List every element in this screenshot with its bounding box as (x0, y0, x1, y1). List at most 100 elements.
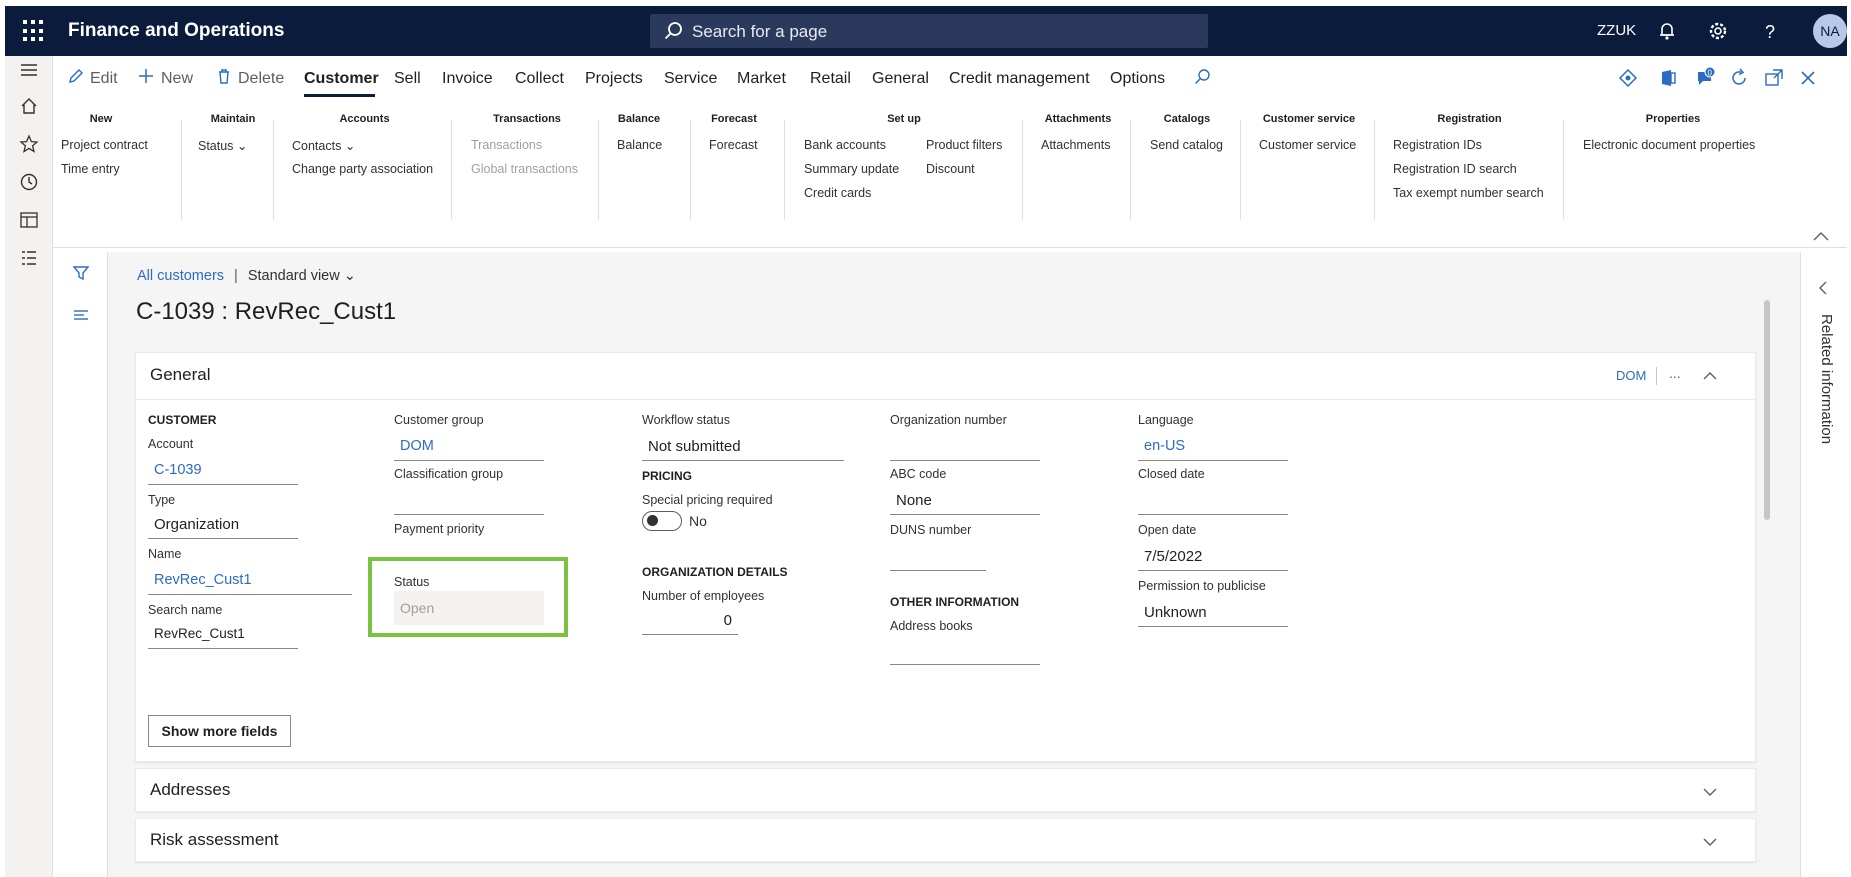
scrollbar-thumb[interactable] (1764, 300, 1770, 520)
open-date-field[interactable]: 7/5/2022 (1138, 543, 1288, 571)
open-new-window-icon[interactable] (1763, 67, 1785, 89)
bell-icon[interactable] (1654, 18, 1680, 44)
bank-accounts-button[interactable]: Bank accounts (804, 138, 886, 152)
closed-date-field[interactable] (1138, 487, 1288, 515)
discount-button[interactable]: Discount (926, 162, 975, 176)
tab-customer[interactable]: Customer (304, 70, 379, 88)
tab-service[interactable]: Service (664, 70, 717, 88)
new-button[interactable]: New (161, 70, 193, 88)
abc-code-field[interactable]: None (890, 487, 1040, 515)
delete-button[interactable]: Delete (238, 70, 284, 88)
tab-options[interactable]: Options (1110, 70, 1165, 88)
app-title[interactable]: Finance and Operations (68, 20, 284, 42)
hamburger-menu-icon[interactable] (19, 60, 39, 80)
refresh-icon[interactable] (1728, 67, 1750, 89)
app-launcher-icon[interactable] (23, 20, 45, 42)
help-icon[interactable]: ? (1757, 18, 1783, 44)
address-books-field[interactable] (890, 637, 1040, 665)
customer-group-field[interactable]: DOM (394, 433, 544, 461)
vertical-scrollbar[interactable] (1764, 300, 1770, 870)
duns-number-field[interactable] (890, 543, 986, 571)
chevron-down-icon[interactable] (1702, 837, 1718, 847)
close-icon[interactable] (1797, 67, 1819, 89)
tab-projects[interactable]: Projects (585, 70, 643, 88)
customer-service-button[interactable]: Customer service (1259, 138, 1356, 152)
employees-field[interactable]: 0 (642, 607, 738, 635)
power-apps-icon[interactable] (1617, 67, 1639, 89)
summary-update-button[interactable]: Summary update (804, 162, 899, 176)
attachments-button[interactable]: Attachments (1041, 138, 1110, 152)
filter-icon[interactable] (72, 264, 90, 282)
view-selector[interactable]: Standard view ⌄ (248, 268, 356, 284)
permission-to-publicise-field[interactable]: Unknown (1138, 599, 1288, 627)
tab-invoice[interactable]: Invoice (442, 70, 493, 88)
ribbon-divider (784, 120, 785, 220)
risk-assessment-fasttab[interactable]: Risk assessment (135, 818, 1756, 862)
tab-market[interactable]: Market (737, 70, 786, 88)
account-field[interactable]: C-1039 (148, 457, 298, 485)
special-pricing-value: No (689, 513, 707, 529)
search-name-field[interactable]: RevRec_Cust1 (148, 621, 298, 649)
type-field[interactable]: Organization (148, 511, 298, 539)
registration-id-search-button[interactable]: Registration ID search (1393, 162, 1517, 176)
change-party-association-button[interactable]: Change party association (292, 162, 433, 176)
chevron-down-icon: ⌄ (344, 139, 356, 153)
show-more-fields-button[interactable]: Show more fields (148, 715, 291, 747)
tab-general[interactable]: General (872, 70, 929, 88)
language-field[interactable]: en-US (1138, 433, 1288, 461)
chevron-down-icon[interactable] (1702, 787, 1718, 797)
tab-sell[interactable]: Sell (394, 70, 421, 88)
global-transactions-button[interactable]: Global transactions (471, 162, 578, 176)
chevron-left-icon[interactable] (1817, 280, 1829, 296)
classification-group-field[interactable] (394, 487, 544, 515)
gear-icon[interactable] (1705, 18, 1731, 44)
workspaces-icon[interactable] (19, 210, 39, 230)
credit-cards-button[interactable]: Credit cards (804, 186, 871, 200)
edit-button[interactable]: Edit (90, 70, 118, 88)
organization-number-field[interactable] (890, 433, 1040, 461)
tab-retail[interactable]: Retail (810, 70, 851, 88)
related-information-pane[interactable]: Related information (1800, 252, 1847, 877)
status-field[interactable]: Open (394, 591, 544, 625)
contacts-dropdown-label: Contacts (292, 139, 342, 153)
product-filters-button[interactable]: Product filters (926, 138, 1002, 152)
list-pane-icon[interactable] (72, 306, 90, 324)
electronic-document-properties-button[interactable]: Electronic document properties (1583, 138, 1755, 152)
addresses-fasttab-header[interactable]: Addresses (150, 780, 230, 800)
collapse-ribbon-icon[interactable] (1812, 230, 1830, 242)
project-contract-button[interactable]: Project contract (61, 138, 148, 152)
recent-clock-icon[interactable] (19, 172, 39, 192)
general-fasttab-header[interactable]: General (150, 365, 210, 385)
tax-exempt-number-search-button[interactable]: Tax exempt number search (1393, 186, 1544, 200)
balance-button[interactable]: Balance (617, 138, 662, 152)
tab-collect[interactable]: Collect (515, 70, 564, 88)
home-icon[interactable] (19, 96, 39, 116)
transactions-button[interactable]: Transactions (471, 138, 542, 152)
all-customers-link[interactable]: All customers (137, 268, 224, 284)
messages-icon[interactable]: 0 (1695, 67, 1717, 89)
special-pricing-toggle[interactable] (642, 511, 682, 531)
name-field[interactable]: RevRec_Cust1 (148, 567, 352, 595)
ribbon-divider (451, 120, 452, 220)
company-picker[interactable]: ZZUK (1597, 22, 1636, 39)
chevron-up-icon[interactable] (1702, 371, 1718, 381)
send-catalog-button[interactable]: Send catalog (1150, 138, 1223, 152)
registration-ids-button[interactable]: Registration IDs (1393, 138, 1482, 152)
favorites-star-icon[interactable] (19, 134, 39, 154)
risk-assessment-fasttab-header[interactable]: Risk assessment (150, 830, 278, 850)
office-icon[interactable] (1657, 67, 1679, 89)
time-entry-button[interactable]: Time entry (61, 162, 120, 176)
status-dropdown[interactable]: Status ⌄ (198, 138, 247, 153)
addresses-fasttab[interactable]: Addresses (135, 768, 1756, 812)
more-options-button[interactable]: ... (1669, 365, 1681, 381)
forecast-button[interactable]: Forecast (709, 138, 758, 152)
edit-pencil-icon (69, 69, 83, 83)
contacts-dropdown[interactable]: Contacts ⌄ (292, 138, 355, 153)
search-actions-icon[interactable] (1193, 68, 1211, 86)
tab-credit-management[interactable]: Credit management (949, 70, 1090, 88)
page-search-box[interactable]: Search for a page (650, 14, 1208, 48)
avatar[interactable]: NA (1813, 14, 1847, 48)
ribbon-group-forecast: Forecast Forecast (709, 113, 759, 152)
modules-list-icon[interactable] (19, 248, 39, 268)
notification-badge: 0 (1708, 69, 1713, 78)
